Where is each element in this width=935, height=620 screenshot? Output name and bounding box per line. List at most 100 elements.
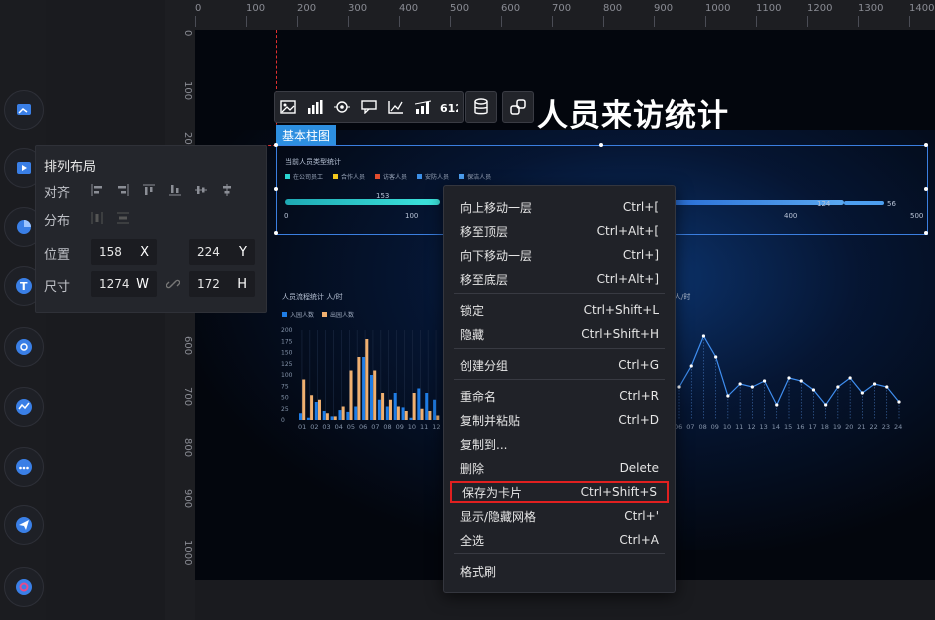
menu-item-label: 复制到... <box>460 437 508 452</box>
layout-panel: 排列布局 对齐 分布 位置 158 X 224 Y 尺寸 1274 W 172 H <box>35 145 267 313</box>
ruler-x-tick: 600 <box>501 3 521 27</box>
flow-bar <box>401 407 405 420</box>
context-menu-item[interactable]: 向下移动一层 Ctrl+] <box>450 244 669 266</box>
distribute-vertical-icon[interactable] <box>117 212 129 224</box>
line-point <box>897 400 901 404</box>
line-x-tick: 13 <box>760 423 768 431</box>
flow-bar <box>341 406 345 420</box>
context-menu-item[interactable]: 隐藏 Ctrl+Shift+H <box>450 323 669 345</box>
menu-item-shortcut: Ctrl+A <box>619 533 659 547</box>
menu-item-shortcut: Ctrl+Alt+] <box>596 272 659 286</box>
number-flip-icon[interactable]: 612 <box>439 97 459 117</box>
menu-separator <box>454 379 665 380</box>
radar-chart-icon[interactable] <box>332 97 352 117</box>
line-point <box>677 385 681 389</box>
resize-handle[interactable] <box>924 231 928 235</box>
align-middle-icon[interactable] <box>195 184 207 196</box>
flow-bar <box>417 388 421 420</box>
line-x-tick: 17 <box>808 423 816 431</box>
bar-chart-icon[interactable] <box>305 97 325 117</box>
stacked-bar-icon[interactable] <box>413 97 433 117</box>
resize-handle[interactable] <box>274 187 278 191</box>
context-menu-item[interactable]: 全选 Ctrl+A <box>450 529 669 551</box>
context-menu-item[interactable]: 锁定 Ctrl+Shift+L <box>450 299 669 321</box>
ruler-x-tick: 300 <box>348 3 368 27</box>
align-top-icon[interactable] <box>143 184 155 196</box>
flow-bar <box>317 399 321 420</box>
flow-bar <box>299 413 302 420</box>
flow-chart-title: 人员流程统计 人/时 <box>282 293 343 301</box>
context-menu-item[interactable]: 格式刷 <box>450 560 669 582</box>
video-component-icon <box>17 162 31 174</box>
chart-component-icon <box>17 220 31 234</box>
context-menu-item[interactable]: 向上移动一层 Ctrl+[ <box>450 196 669 218</box>
context-menu-item[interactable]: 保存为卡片 Ctrl+Shift+S <box>450 481 669 503</box>
align-center-icon[interactable] <box>221 184 233 196</box>
line-series <box>678 334 900 407</box>
distribute-horizontal-icon[interactable] <box>91 212 103 224</box>
resize-handle[interactable] <box>274 231 278 235</box>
sidebar-item-5[interactable] <box>4 327 44 367</box>
ruler-y-tick: 700 <box>182 387 193 407</box>
ruler-x-tick: 400 <box>399 3 419 27</box>
flow-bar <box>357 357 361 420</box>
flow-bar <box>346 411 350 420</box>
ruler-x-tick: 1200 <box>807 3 833 27</box>
menu-item-shortcut: Ctrl+] <box>622 248 659 262</box>
align-left-icon[interactable] <box>91 184 103 196</box>
image-chart-icon[interactable] <box>278 97 298 117</box>
link-component-icon[interactable] <box>502 91 534 123</box>
ruler-y-tick: 1000 <box>182 540 193 566</box>
menu-item-shortcut: Ctrl+[ <box>622 200 659 214</box>
sidebar-item-8[interactable] <box>4 505 44 545</box>
resize-handle[interactable] <box>924 143 928 147</box>
sidebar-item-9[interactable] <box>4 567 44 607</box>
flow-bar <box>302 379 306 420</box>
flow-y-tick: 150 <box>281 350 293 357</box>
context-menu-item[interactable]: 移至底层 Ctrl+Alt+] <box>450 268 669 290</box>
settings-cloud-icon <box>16 339 32 355</box>
ruler-y-tick: 100 <box>182 81 193 101</box>
context-menu: 向上移动一层 Ctrl+[移至顶层 Ctrl+Alt+[向下移动一层 Ctrl+] 移至… <box>443 185 676 593</box>
scatter-chart-icon[interactable] <box>386 97 406 117</box>
width-field[interactable]: 1274 W <box>91 271 157 297</box>
context-menu-item[interactable]: 显示/隐藏网格 Ctrl+' <box>450 505 669 527</box>
menu-item-label: 创建分组 <box>460 358 509 373</box>
resize-handle[interactable] <box>924 187 928 191</box>
context-menu-item[interactable]: 复制并粘贴 Ctrl+D <box>450 409 669 431</box>
ruler-x-tick: 1400 <box>909 3 935 27</box>
context-menu-item[interactable]: 创建分组 Ctrl+G <box>450 354 669 376</box>
flow-y-tick: 175 <box>281 338 293 345</box>
resize-handle[interactable] <box>274 143 278 147</box>
flow-bar <box>409 417 413 420</box>
line-x-tick: 10 <box>723 423 731 431</box>
comment-chart-icon[interactable] <box>359 97 379 117</box>
menu-item-shortcut: Ctrl+Shift+L <box>583 303 659 317</box>
flow-x-tick: 04 <box>335 423 343 431</box>
resize-handle[interactable] <box>599 143 603 147</box>
line-point <box>860 391 864 395</box>
context-menu-item[interactable]: 复制到... <box>450 433 669 455</box>
flow-bar <box>436 415 440 420</box>
align-right-icon[interactable] <box>117 184 129 196</box>
position-x-value: 158 <box>99 245 122 259</box>
flow-bar <box>396 406 400 420</box>
sidebar-item-6[interactable] <box>4 387 44 427</box>
flow-bar <box>330 416 334 420</box>
line-point <box>689 364 693 368</box>
position-x-field[interactable]: 158 X <box>91 239 157 265</box>
database-icon[interactable] <box>465 91 497 123</box>
context-menu-item[interactable]: 移至顶层 Ctrl+Alt+[ <box>450 220 669 242</box>
context-menu-item[interactable]: 重命名 Ctrl+R <box>450 385 669 407</box>
position-y-field[interactable]: 224 Y <box>189 239 255 265</box>
line-point <box>872 382 877 386</box>
position-y-value: 224 <box>197 245 220 259</box>
height-field[interactable]: 172 H <box>189 271 255 297</box>
line-x-tick: 20 <box>845 423 853 431</box>
target-icon <box>16 579 32 595</box>
sidebar-item-7[interactable] <box>4 447 44 487</box>
sidebar-item-1[interactable] <box>4 90 44 130</box>
context-menu-item[interactable]: 删除 Delete <box>450 457 669 479</box>
lock-ratio-link-icon[interactable] <box>166 277 180 291</box>
align-bottom-icon[interactable] <box>169 184 181 196</box>
